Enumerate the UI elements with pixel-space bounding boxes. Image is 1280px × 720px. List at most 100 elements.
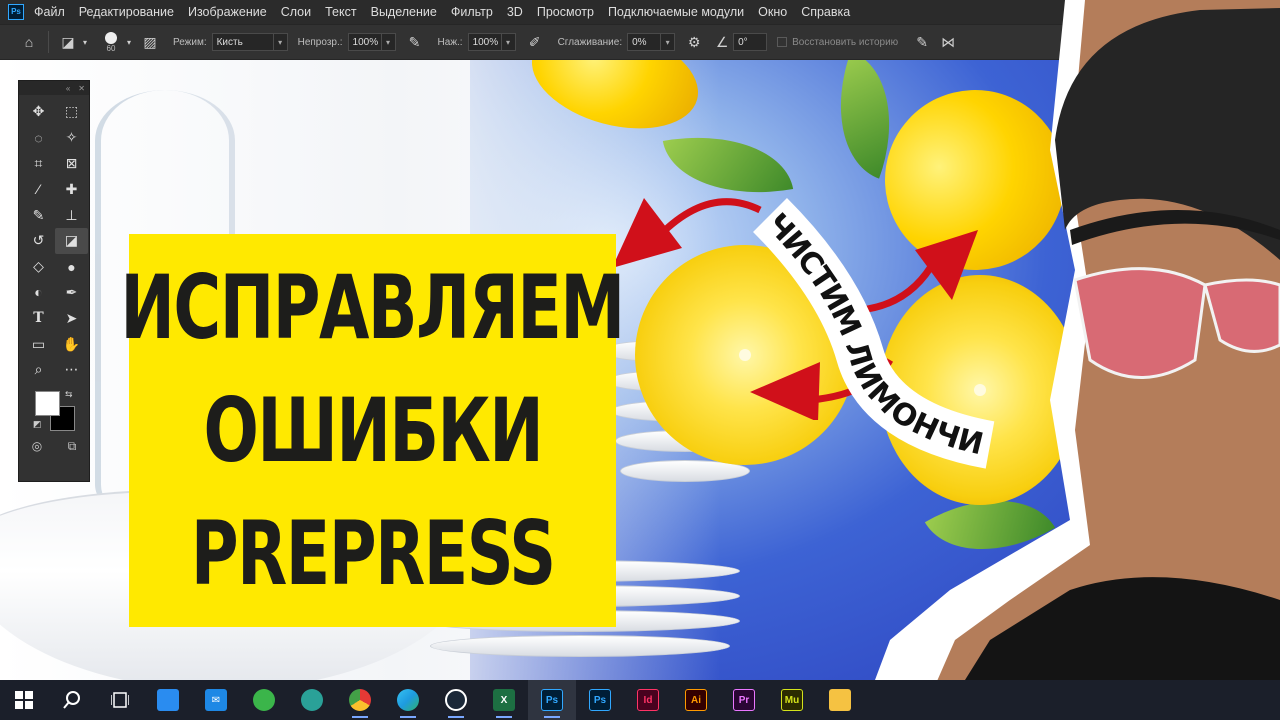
- collapse-icon[interactable]: «: [66, 84, 70, 93]
- windows-taskbar: ✉ X Ps Ps Id Ai Pr Mu: [0, 680, 1280, 720]
- move-tool-icon[interactable]: ✥: [22, 99, 55, 125]
- menu-select[interactable]: Выделение: [371, 5, 437, 19]
- airbrush-icon[interactable]: ✐: [524, 31, 546, 53]
- taskbar-explorer[interactable]: [816, 680, 864, 720]
- taskbar-start[interactable]: [0, 680, 48, 720]
- edge-icon: [397, 689, 419, 711]
- dodge-tool-icon[interactable]: ◐: [22, 280, 55, 306]
- rectangle-tool-icon[interactable]: ▭: [22, 331, 55, 357]
- menu-filter[interactable]: Фильтр: [451, 5, 493, 19]
- menu-3d[interactable]: 3D: [507, 5, 523, 19]
- chevron-down-icon[interactable]: ▾: [501, 33, 516, 51]
- taskbar-indesign[interactable]: Id: [624, 680, 672, 720]
- photoshop-icon: Ps: [541, 689, 563, 711]
- taskbar-illustrator[interactable]: Ai: [672, 680, 720, 720]
- menu-layers[interactable]: Слои: [281, 5, 311, 19]
- taskbar-store[interactable]: [144, 680, 192, 720]
- brush-preset-picker[interactable]: 60: [99, 31, 123, 53]
- menu-image[interactable]: Изображение: [188, 5, 267, 19]
- smoothing-input[interactable]: 0%: [627, 33, 662, 51]
- pressure-input[interactable]: 100%: [467, 33, 502, 51]
- chevron-down-icon[interactable]: ▾: [273, 33, 288, 51]
- swap-colors-icon[interactable]: ⇆: [65, 389, 73, 400]
- stamp-tool-icon[interactable]: ⊥: [55, 202, 88, 228]
- brush-tip-icon: [105, 31, 117, 44]
- tools-panel-header[interactable]: « ✕: [19, 81, 89, 95]
- menu-help[interactable]: Справка: [801, 5, 850, 19]
- steam-icon: [445, 689, 467, 711]
- muse-icon: Mu: [781, 689, 803, 711]
- tools-panel: « ✕ ✥ ⬚ ◌ ✧ ⌗ ⊠ ⁄ ✚ ✎ ⊥ ↺ ◪ ◇ ● ◐ ✒ T ➤ …: [18, 80, 90, 482]
- gear-icon[interactable]: ⚙: [683, 31, 705, 53]
- eraser-tool-icon[interactable]: ◪: [57, 31, 79, 53]
- taskbar-photoshop-active[interactable]: Ps: [528, 680, 576, 720]
- close-icon[interactable]: ✕: [78, 84, 85, 93]
- zoom-tool-icon[interactable]: ⌕: [22, 357, 55, 383]
- angle-input[interactable]: 0°: [733, 33, 768, 51]
- menu-type[interactable]: Текст: [325, 5, 356, 19]
- title-line-1: ИСПРАВЛЯЕМ: [120, 255, 626, 359]
- windows-start-icon: [15, 691, 33, 709]
- title-line-2: ОШИБКИ: [203, 378, 543, 482]
- marquee-tool-icon[interactable]: ⬚: [55, 99, 88, 125]
- path-selection-tool-icon[interactable]: ➤: [55, 305, 88, 331]
- eraser-tool-icon[interactable]: ◪: [55, 227, 88, 254]
- taskbar-muse[interactable]: Mu: [768, 680, 816, 720]
- pressure-opacity-icon[interactable]: ✎: [404, 31, 426, 53]
- brush-tool-icon[interactable]: ✎: [22, 202, 55, 228]
- taskbar-excel[interactable]: X: [480, 680, 528, 720]
- chevron-down-icon[interactable]: ▾: [79, 31, 91, 53]
- chrome-icon: [349, 689, 371, 711]
- mode-select[interactable]: Кисть: [211, 33, 274, 51]
- taskbar-photoshop[interactable]: Ps: [576, 680, 624, 720]
- lasso-tool-icon[interactable]: ◌: [22, 125, 55, 151]
- foreground-color-swatch[interactable]: [35, 390, 60, 416]
- pressure-label: Наж.:: [437, 36, 463, 48]
- menu-plugins[interactable]: Подключаемые модули: [608, 5, 744, 19]
- frame-tool-icon[interactable]: ⊠: [55, 151, 88, 177]
- opacity-input[interactable]: 100%: [347, 33, 382, 51]
- smoothing-label: Сглаживание:: [557, 36, 623, 48]
- menu-edit[interactable]: Редактирование: [79, 5, 174, 19]
- paint-bucket-tool-icon[interactable]: ◇: [22, 254, 55, 280]
- divider: [48, 31, 49, 53]
- taskbar-search[interactable]: [48, 680, 96, 720]
- photoshop-icon: Ps: [589, 689, 611, 711]
- title-block: ИСПРАВЛЯЕМ ОШИБКИ PREPRESS: [121, 234, 626, 627]
- person-image: [860, 0, 1280, 720]
- taskbar-vpn[interactable]: [240, 680, 288, 720]
- type-tool-icon[interactable]: T: [22, 305, 55, 331]
- store-icon: [157, 689, 179, 711]
- magic-wand-tool-icon[interactable]: ✧: [55, 125, 88, 151]
- taskbar-steam[interactable]: [432, 680, 480, 720]
- history-brush-tool-icon[interactable]: ↺: [22, 228, 55, 254]
- healing-brush-tool-icon[interactable]: ✚: [55, 176, 88, 202]
- restore-history-checkbox[interactable]: [777, 37, 788, 47]
- photoshop-logo-icon: Ps: [8, 4, 24, 20]
- brush-settings-icon[interactable]: ▨: [139, 31, 161, 53]
- hand-tool-icon[interactable]: ✋: [55, 331, 88, 357]
- blur-tool-icon[interactable]: ●: [55, 254, 88, 280]
- pen-tool-icon[interactable]: ✒: [55, 280, 88, 306]
- taskbar-task-view[interactable]: [96, 680, 144, 720]
- taskbar-edge[interactable]: [384, 680, 432, 720]
- more-tools-icon[interactable]: ⋯: [55, 357, 88, 383]
- home-icon[interactable]: ⌂: [18, 31, 40, 53]
- menu-window[interactable]: Окно: [758, 5, 787, 19]
- menu-view[interactable]: Просмотр: [537, 5, 594, 19]
- taskbar-chrome[interactable]: [336, 680, 384, 720]
- task-view-icon: [111, 692, 129, 708]
- person-glasses-lens: [1073, 267, 1207, 379]
- chevron-down-icon[interactable]: ▾: [661, 33, 676, 51]
- taskbar-app-teal[interactable]: [288, 680, 336, 720]
- taskbar-mail[interactable]: ✉: [192, 680, 240, 720]
- taskbar-premiere[interactable]: Pr: [720, 680, 768, 720]
- default-colors-icon[interactable]: ◩: [33, 419, 42, 430]
- quick-mask-icon[interactable]: ◎: [32, 439, 42, 454]
- screen-mode-icon[interactable]: ⧉: [68, 439, 77, 454]
- chevron-down-icon[interactable]: ▾: [123, 31, 135, 53]
- menu-file[interactable]: Файл: [34, 5, 65, 19]
- crop-tool-icon[interactable]: ⌗: [22, 151, 55, 177]
- eyedropper-tool-icon[interactable]: ⁄: [22, 176, 55, 202]
- chevron-down-icon[interactable]: ▾: [381, 33, 396, 51]
